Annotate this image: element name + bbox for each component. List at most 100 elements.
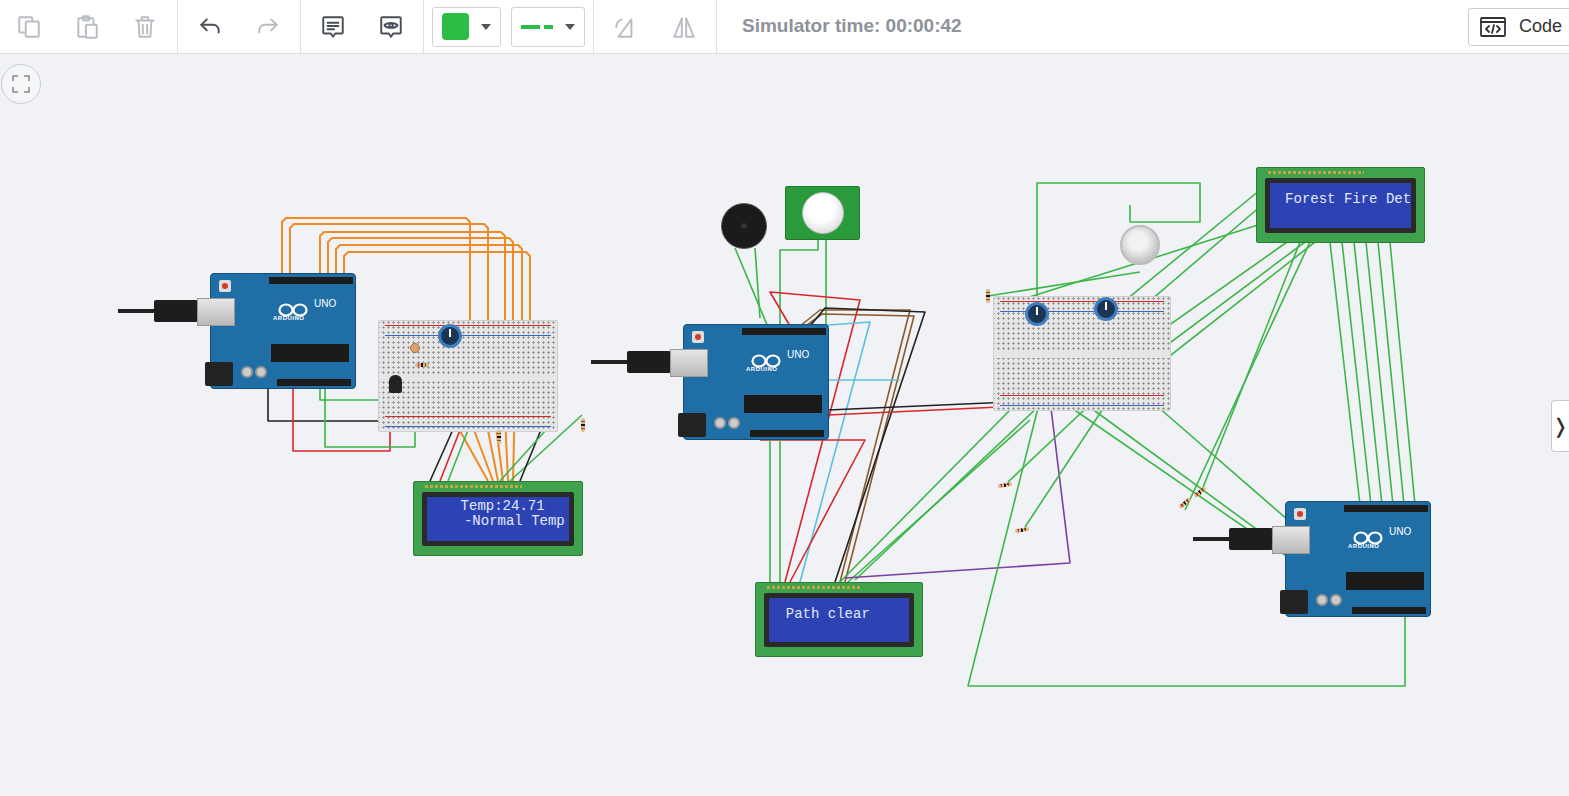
- photoresistor[interactable]: [410, 343, 420, 353]
- wire[interactable]: [1390, 242, 1415, 505]
- power-jack: [1280, 590, 1308, 614]
- reset-button[interactable]: [219, 280, 231, 292]
- wire[interactable]: [828, 402, 1010, 410]
- wire[interactable]: [755, 248, 760, 318]
- wire[interactable]: [1037, 183, 1200, 300]
- arduino-board[interactable]: ARDUINOUNO: [1285, 501, 1431, 617]
- potentiometer[interactable]: [1094, 297, 1118, 321]
- wire[interactable]: [845, 400, 1070, 578]
- view-button[interactable]: [362, 6, 420, 48]
- wire[interactable]: [1366, 242, 1393, 505]
- wire[interactable]: [268, 388, 395, 421]
- power-rail: [1000, 301, 1164, 302]
- arduino-board[interactable]: ARDUINOUNO: [683, 324, 829, 440]
- code-button[interactable]: Code: [1468, 8, 1569, 46]
- flip-button[interactable]: [655, 6, 713, 48]
- wire[interactable]: [1185, 242, 1310, 510]
- breadboard[interactable]: [993, 296, 1171, 411]
- wire[interactable]: [1330, 242, 1360, 505]
- potentiometer[interactable]: [438, 324, 462, 348]
- power-jack: [205, 362, 233, 386]
- lcd-display[interactable]: Path clear: [755, 582, 923, 657]
- wire[interactable]: [1342, 242, 1371, 505]
- reset-button[interactable]: [692, 331, 704, 343]
- wire[interactable]: [828, 407, 1000, 415]
- flip-icon: [671, 14, 697, 40]
- wire[interactable]: [779, 437, 781, 582]
- wire[interactable]: [840, 410, 1010, 582]
- board-model: UNO: [1389, 524, 1411, 539]
- usb-plug[interactable]: [154, 300, 198, 322]
- power-header: [1352, 607, 1426, 614]
- usb-plug[interactable]: [1229, 528, 1273, 550]
- wire[interactable]: [1354, 242, 1382, 505]
- board-model: UNO: [314, 296, 336, 311]
- undo-button[interactable]: [181, 6, 239, 48]
- wire[interactable]: [760, 440, 865, 582]
- lcd-display[interactable]: Temp:24.71-Normal Temp: [413, 481, 583, 556]
- capacitor: [714, 417, 726, 429]
- wire[interactable]: [448, 425, 470, 481]
- usb-plug[interactable]: [627, 351, 671, 373]
- line-style-icon[interactable]: [521, 25, 553, 29]
- wire[interactable]: [1025, 398, 1110, 527]
- lcd-pins: [424, 484, 522, 489]
- circuit-canvas[interactable]: ❭ARDUINOUNOARDUINOUNOARDUINOUNOTemp:24.7…: [0, 54, 1569, 796]
- pir-sensor[interactable]: [785, 186, 860, 240]
- resistor[interactable]: [986, 289, 990, 303]
- fit-view-icon: [12, 75, 30, 93]
- piezo-buzzer[interactable]: [721, 203, 767, 249]
- gas-sensor[interactable]: [1120, 225, 1160, 265]
- temperature-sensor[interactable]: [389, 375, 402, 393]
- caret-icon[interactable]: [565, 24, 575, 30]
- resistor[interactable]: [497, 430, 501, 444]
- resistor[interactable]: [998, 482, 1012, 488]
- lcd-display[interactable]: Forest Fire Det: [1256, 167, 1425, 243]
- wire[interactable]: [735, 248, 770, 332]
- breadboard[interactable]: [378, 320, 558, 432]
- resistor[interactable]: [581, 418, 585, 432]
- lcd-screen: Path clear: [769, 598, 909, 642]
- wire[interactable]: [1020, 225, 1258, 300]
- usb-port: [197, 298, 235, 326]
- potentiometer[interactable]: [1025, 302, 1049, 326]
- usb-cable[interactable]: [591, 360, 631, 364]
- usb-port: [670, 349, 708, 377]
- digital-header: [1344, 505, 1428, 512]
- side-panel-toggle[interactable]: ❭: [1551, 400, 1569, 452]
- wire-color-dropdown[interactable]: [432, 7, 501, 47]
- line-style-dropdown[interactable]: [511, 7, 585, 47]
- wire[interactable]: [293, 388, 390, 451]
- board-brand: ARDUINO: [273, 314, 305, 323]
- delete-icon: [132, 14, 158, 40]
- caret-icon[interactable]: [481, 24, 491, 30]
- arduino-board[interactable]: ARDUINO UNO: [210, 273, 356, 389]
- reset-button[interactable]: [1294, 508, 1306, 520]
- redo-button[interactable]: [239, 6, 297, 48]
- toolbar-separator: [716, 0, 717, 54]
- lcd-bezel: Forest Fire Det: [1265, 178, 1416, 233]
- wire[interactable]: [769, 437, 771, 582]
- lcd-screen: Temp:24.71-Normal Temp: [427, 497, 569, 541]
- wire[interactable]: [855, 405, 1040, 580]
- resistor[interactable]: [415, 363, 429, 367]
- resistor[interactable]: [1178, 497, 1191, 509]
- notes-button[interactable]: [304, 6, 362, 48]
- arduino-logo-icon: [277, 297, 309, 313]
- delete-button[interactable]: [116, 6, 174, 48]
- code-editor-icon: [1479, 16, 1507, 38]
- usb-cable[interactable]: [1193, 537, 1233, 541]
- wire[interactable]: [825, 240, 827, 332]
- paste-button[interactable]: [58, 6, 116, 48]
- wire[interactable]: [988, 272, 1140, 296]
- resistor[interactable]: [1015, 527, 1029, 533]
- wire[interactable]: [1378, 242, 1404, 505]
- copy-button[interactable]: [0, 6, 58, 48]
- fullscreen-button[interactable]: [1, 64, 41, 104]
- capacitor: [255, 366, 267, 378]
- toolbar-separator: [177, 0, 178, 54]
- microcontroller-chip: [271, 344, 349, 362]
- color-swatch[interactable]: [442, 13, 469, 40]
- rotate-button[interactable]: [597, 6, 655, 48]
- usb-cable[interactable]: [118, 309, 158, 313]
